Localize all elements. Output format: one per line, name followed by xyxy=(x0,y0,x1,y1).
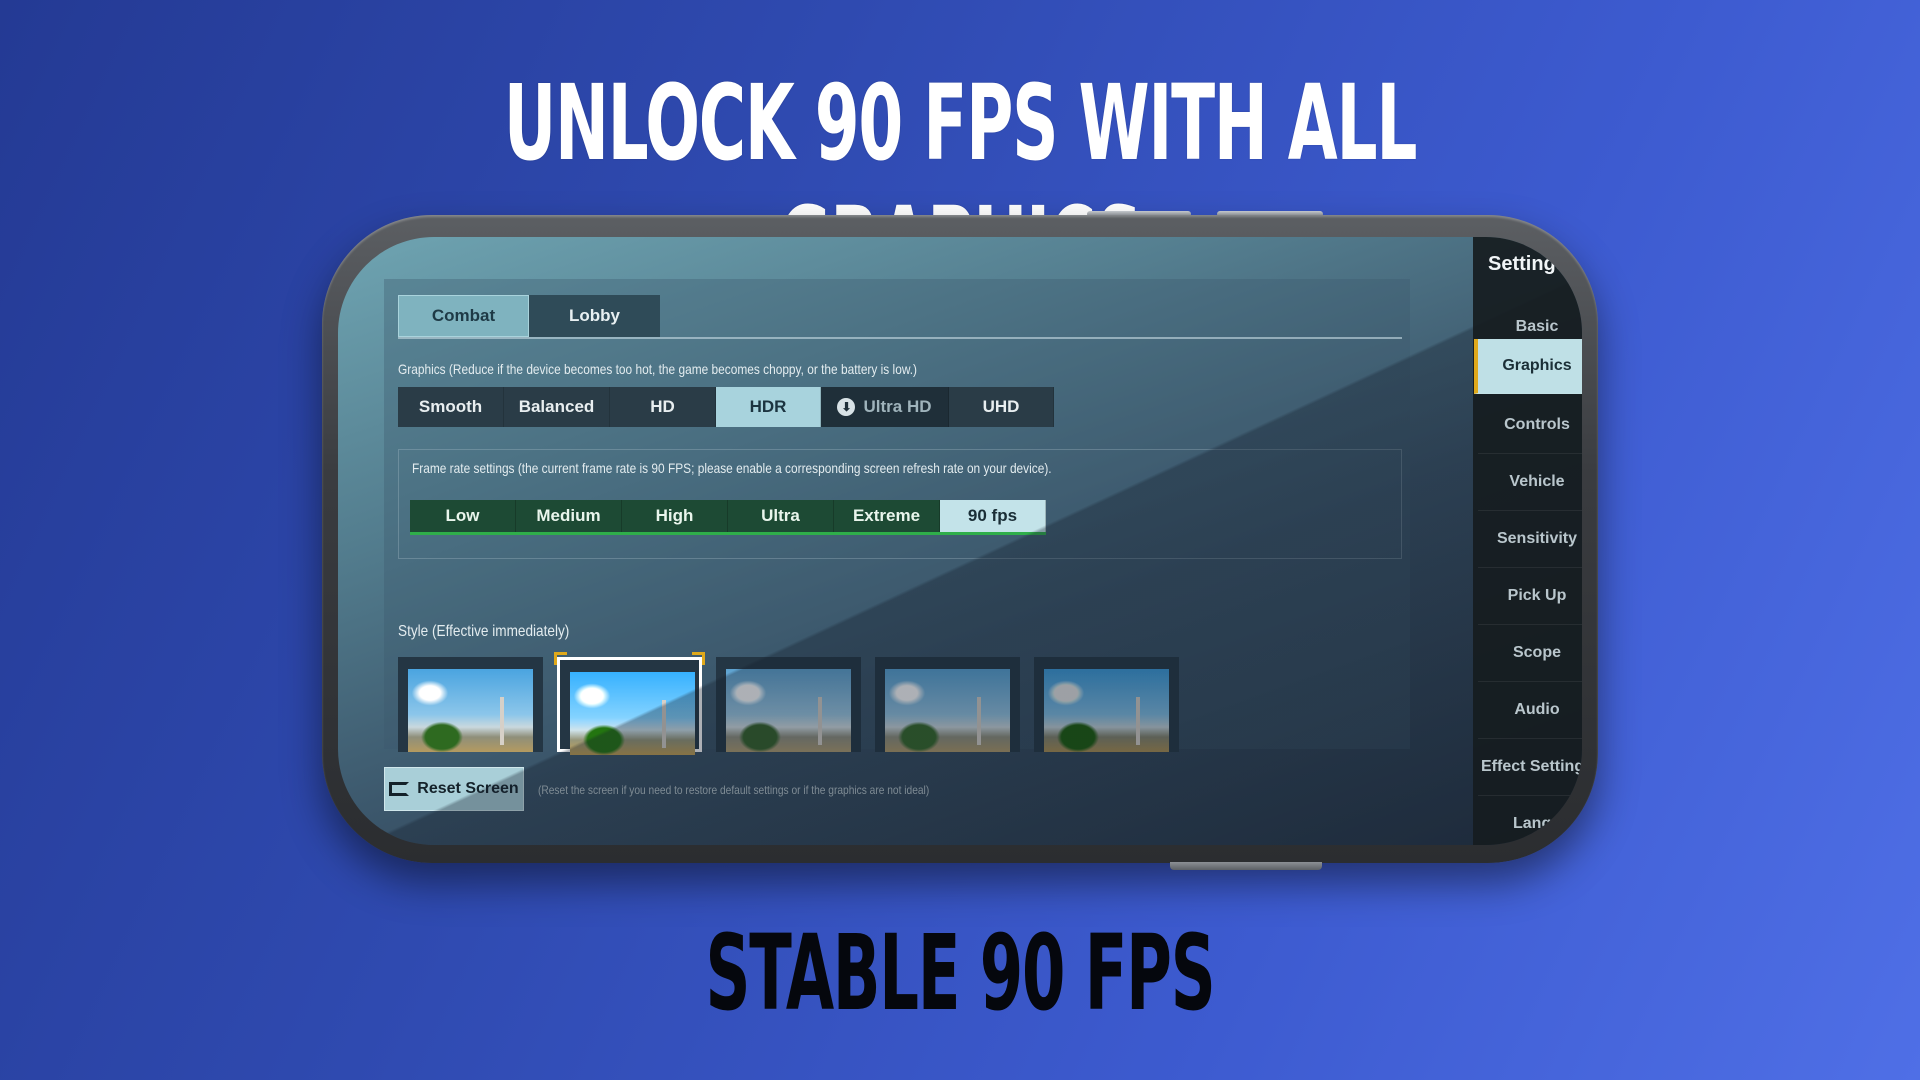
sidebar-item-graphics[interactable]: Graphics xyxy=(1474,339,1582,394)
fps-option-90fps[interactable]: 90 fps xyxy=(940,500,1046,532)
phone-frame: Combat Lobby Graphics (Reduce if the dev… xyxy=(322,215,1598,863)
frame-rate-selector: Low Medium High Ultra Extreme 90 fps xyxy=(410,500,1046,535)
fps-option-ultra[interactable]: Ultra xyxy=(728,500,834,532)
tab-lobby[interactable]: Lobby xyxy=(529,295,660,337)
style-preview-image xyxy=(726,669,851,752)
reset-screen-label: Reset Screen xyxy=(417,780,519,797)
sidebar-item-vehicle[interactable]: Vehicle xyxy=(1478,454,1582,511)
tower-graphic xyxy=(1136,697,1140,745)
tab-combat[interactable]: Combat xyxy=(398,295,529,337)
tower-graphic xyxy=(500,697,504,745)
sidebar-item-pick-up[interactable]: Pick Up xyxy=(1478,568,1582,625)
style-preview-image xyxy=(885,669,1010,752)
phone-side-button xyxy=(1170,862,1322,870)
mode-tabs: Combat Lobby xyxy=(398,295,660,337)
fps-option-medium[interactable]: Medium xyxy=(516,500,622,532)
graphics-option-hdr[interactable]: HDR xyxy=(716,387,821,427)
frame-rate-label: Frame rate settings (the current frame r… xyxy=(412,460,1052,476)
tower-graphic xyxy=(977,697,981,745)
style-thumbnail-4[interactable] xyxy=(875,657,1020,752)
sidebar-item-effect-settings[interactable]: Effect Settings xyxy=(1478,739,1582,796)
sidebar-title: Settings xyxy=(1488,253,1567,275)
graphics-label: Graphics (Reduce if the device becomes t… xyxy=(398,361,918,377)
sidebar-item-sensitivity[interactable]: Sensitivity xyxy=(1478,511,1582,568)
fps-option-low[interactable]: Low xyxy=(410,500,516,532)
fps-option-high[interactable]: High xyxy=(622,500,728,532)
sidebar-item-language[interactable]: Langu xyxy=(1478,796,1582,845)
game-screen: Combat Lobby Graphics (Reduce if the dev… xyxy=(338,237,1582,845)
graphics-option-balanced[interactable]: Balanced xyxy=(504,387,610,427)
reset-hint: (Reset the screen if you need to restore… xyxy=(538,783,930,797)
style-preview-image xyxy=(408,669,533,752)
style-preview-image xyxy=(1044,669,1169,752)
fps-option-extreme[interactable]: Extreme xyxy=(834,500,940,532)
style-thumbnail-5[interactable] xyxy=(1034,657,1179,752)
sidebar-item-audio[interactable]: Audio xyxy=(1478,682,1582,739)
reset-screen-icon xyxy=(389,782,410,796)
edit-icon: ╱ xyxy=(1575,267,1582,281)
style-preview-image xyxy=(570,672,695,755)
graphics-option-ultra-hd-label: Ultra HD xyxy=(863,397,932,416)
tower-graphic xyxy=(662,700,666,748)
tab-divider xyxy=(398,337,1402,339)
sidebar-item-controls[interactable]: Controls xyxy=(1478,397,1582,454)
sidebar-item-scope[interactable]: Scope xyxy=(1478,625,1582,682)
reset-screen-button[interactable]: Reset Screen xyxy=(384,767,524,811)
graphics-option-hd[interactable]: HD xyxy=(610,387,716,427)
graphics-option-uhd[interactable]: UHD xyxy=(949,387,1054,427)
footer-title: STABLE 90 FPS xyxy=(705,912,1216,1034)
download-icon: ⬇ xyxy=(837,398,856,416)
style-thumbnail-1[interactable] xyxy=(398,657,543,752)
graphics-option-smooth[interactable]: Smooth xyxy=(398,387,504,427)
style-thumbnails xyxy=(398,652,1179,755)
style-thumbnail-3[interactable] xyxy=(716,657,861,752)
graphics-option-ultra-hd[interactable]: ⬇ Ultra HD xyxy=(821,387,949,427)
style-thumbnail-2[interactable] xyxy=(554,652,705,755)
tower-graphic xyxy=(818,697,822,745)
style-label: Style (Effective immediately) xyxy=(398,623,570,640)
graphics-quality-selector: Smooth Balanced HD HDR ⬇ Ultra HD UHD xyxy=(398,387,1054,427)
